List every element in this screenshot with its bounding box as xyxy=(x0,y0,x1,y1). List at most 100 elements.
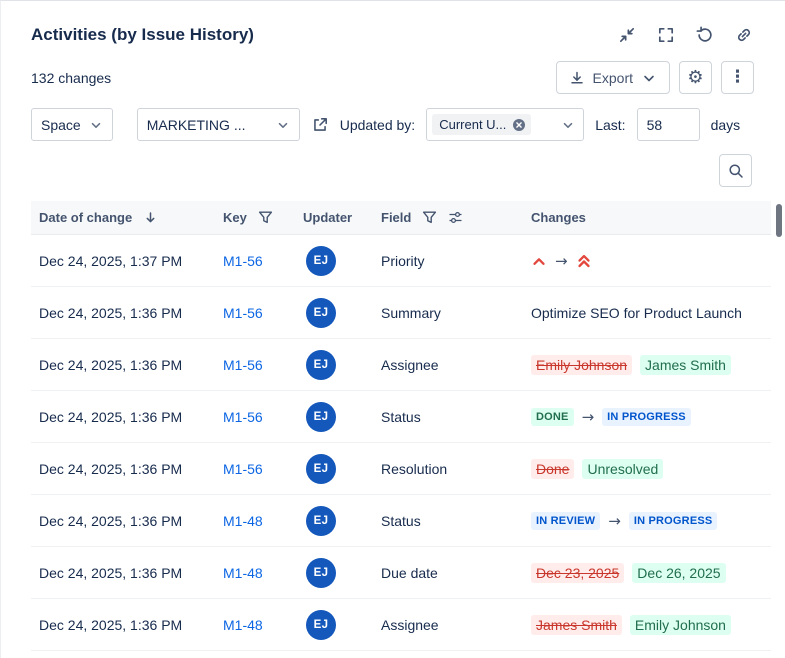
table-row: Dec 24, 2025, 1:37 PM M1-56 EJ Priority … xyxy=(31,235,771,287)
col-changes: Changes xyxy=(523,210,771,225)
status-lozenge-old: DONE xyxy=(531,408,574,426)
updater-cell: EJ xyxy=(295,246,373,276)
field-value: Due date xyxy=(381,565,438,581)
gear-icon: ⚙ xyxy=(687,69,703,87)
avatar-initials: EJ xyxy=(314,567,329,579)
updater-cell: EJ xyxy=(295,610,373,640)
priority-high-icon xyxy=(531,253,547,269)
field-cell: Assignee xyxy=(373,357,523,373)
changes-cell: Emily Johnson James Smith xyxy=(523,355,771,375)
user-chip-label: Current U... xyxy=(439,117,506,132)
date-value: Dec 24, 2025, 1:36 PM xyxy=(39,461,182,477)
status-lozenge-new: IN PROGRESS xyxy=(602,408,691,426)
table-row: Dec 24, 2025, 1:36 PM M1-56 EJ Status DO… xyxy=(31,391,771,443)
project-select[interactable]: MARKETING ... xyxy=(137,108,300,141)
key-cell: M1-48 xyxy=(215,565,295,581)
col-changes-label: Changes xyxy=(531,210,586,225)
updated-by-select[interactable]: Current U... xyxy=(426,108,584,141)
expand-icon[interactable] xyxy=(657,26,675,44)
status-lozenge-new: IN PROGRESS xyxy=(629,512,718,530)
changes-cell: Dec 23, 2025 Dec 26, 2025 xyxy=(523,563,771,583)
updated-by-label: Updated by: xyxy=(340,117,416,133)
issue-key-link[interactable]: M1-48 xyxy=(223,565,263,581)
issue-key-link[interactable]: M1-48 xyxy=(223,617,263,633)
link-icon[interactable] xyxy=(735,26,753,44)
remove-user-icon[interactable] xyxy=(512,118,526,132)
date-value: Dec 24, 2025, 1:36 PM xyxy=(39,357,182,373)
issue-key-link[interactable]: M1-56 xyxy=(223,305,263,321)
old-value: Emily Johnson xyxy=(531,355,632,375)
table-row: Dec 24, 2025, 1:36 PM M1-56 EJ Summary O… xyxy=(31,287,771,339)
avatar: EJ xyxy=(306,298,336,328)
col-updater-label: Updater xyxy=(303,210,352,225)
issue-key-link[interactable]: M1-56 xyxy=(223,357,263,373)
date-value: Dec 24, 2025, 1:36 PM xyxy=(39,409,182,425)
search-icon xyxy=(728,163,744,179)
table-row: Dec 24, 2025, 1:36 PM M1-48 EJ Due date … xyxy=(31,547,771,599)
key-cell: M1-56 xyxy=(215,253,295,269)
avatar-initials: EJ xyxy=(314,307,329,319)
field-cell: Priority xyxy=(373,253,523,269)
col-updater: Updater xyxy=(295,210,373,225)
chevron-down-icon xyxy=(641,70,657,86)
avatar: EJ xyxy=(306,350,336,380)
scrollbar-thumb[interactable] xyxy=(776,204,782,237)
status-lozenge-old: IN REVIEW xyxy=(531,512,600,530)
field-value: Assignee xyxy=(381,617,439,633)
refresh-icon[interactable] xyxy=(696,26,714,44)
updater-cell: EJ xyxy=(295,454,373,484)
filter-icon[interactable] xyxy=(422,210,437,225)
activities-gadget: Activities (by Issue History) 132 change… xyxy=(0,0,785,658)
date-cell: Dec 24, 2025, 1:36 PM xyxy=(31,461,215,477)
avatar-initials: EJ xyxy=(314,619,329,631)
last-label: Last: xyxy=(595,117,625,133)
field-cell: Status xyxy=(373,513,523,529)
old-value: James Smith xyxy=(531,615,622,635)
avatar: EJ xyxy=(306,402,336,432)
search-button[interactable] xyxy=(719,154,752,187)
issue-key-link[interactable]: M1-56 xyxy=(223,253,263,269)
date-value: Dec 24, 2025, 1:36 PM xyxy=(39,513,182,529)
field-cell: Due date xyxy=(373,565,523,581)
filter-icon[interactable] xyxy=(258,210,273,225)
table-row: Dec 24, 2025, 1:36 PM M1-48 EJ Assignee … xyxy=(31,599,771,651)
issue-key-link[interactable]: M1-56 xyxy=(223,409,263,425)
avatar-initials: EJ xyxy=(314,359,329,371)
avatar-initials: EJ xyxy=(314,255,329,267)
changes-cell: James Smith Emily Johnson xyxy=(523,615,771,635)
date-cell: Dec 24, 2025, 1:36 PM xyxy=(31,357,215,373)
last-days-input[interactable] xyxy=(637,108,700,141)
space-select[interactable]: Space xyxy=(31,108,113,141)
export-button[interactable]: Export xyxy=(556,61,670,94)
space-select-label: Space xyxy=(41,117,81,133)
issue-key-link[interactable]: M1-56 xyxy=(223,461,263,477)
sort-desc-icon[interactable] xyxy=(143,210,158,225)
col-field-label: Field xyxy=(381,210,411,225)
minimize-icon[interactable] xyxy=(618,26,636,44)
activities-table: Date of change Key Updater Field xyxy=(31,201,771,651)
changes-cell: DONE → IN PROGRESS xyxy=(523,408,771,426)
field-value: Resolution xyxy=(381,461,447,477)
more-menu-button[interactable]: ⋮ xyxy=(721,61,754,94)
project-select-value: MARKETING ... xyxy=(147,117,268,133)
avatar: EJ xyxy=(306,246,336,276)
date-value: Dec 24, 2025, 1:36 PM xyxy=(39,565,182,581)
field-value: Priority xyxy=(381,253,425,269)
updater-cell: EJ xyxy=(295,506,373,536)
issue-key-link[interactable]: M1-48 xyxy=(223,513,263,529)
avatar-initials: EJ xyxy=(314,463,329,475)
page-title: Activities (by Issue History) xyxy=(31,25,254,45)
avatar-initials: EJ xyxy=(314,411,329,423)
avatar: EJ xyxy=(306,610,336,640)
field-settings-icon[interactable] xyxy=(448,210,463,225)
change-arrow-icon: → xyxy=(582,408,595,426)
toolbar-actions: Export ⚙ ⋮ xyxy=(556,61,754,94)
updater-cell: EJ xyxy=(295,402,373,432)
key-cell: M1-48 xyxy=(215,617,295,633)
open-in-new-icon[interactable] xyxy=(311,116,329,134)
date-cell: Dec 24, 2025, 1:37 PM xyxy=(31,253,215,269)
user-chip: Current U... xyxy=(432,114,531,135)
toolbar: 132 changes Export ⚙ ⋮ xyxy=(1,45,785,94)
field-value: Summary xyxy=(381,305,441,321)
settings-button[interactable]: ⚙ xyxy=(679,61,712,94)
